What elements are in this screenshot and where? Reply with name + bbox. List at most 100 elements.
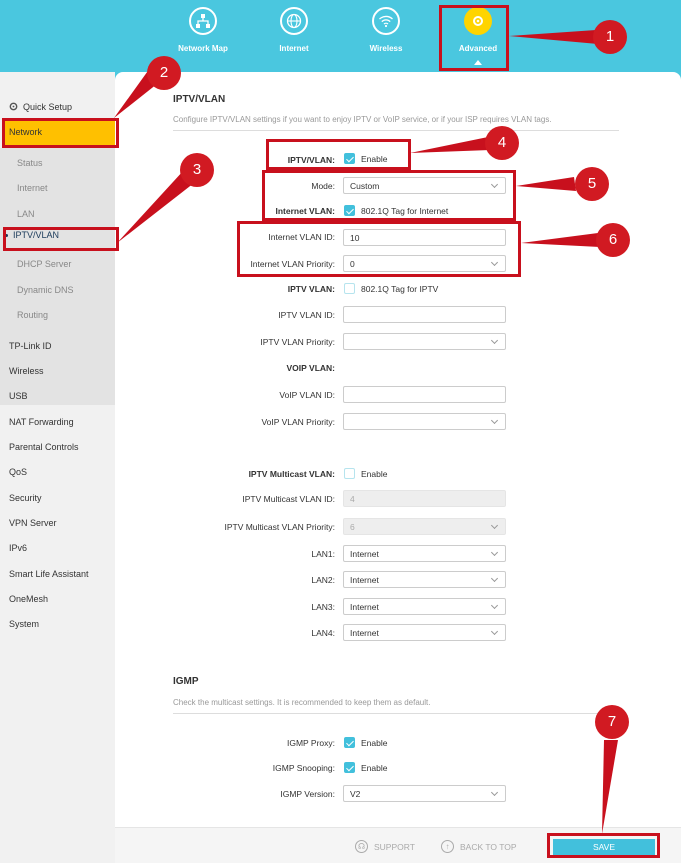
back-to-top-label: BACK TO TOP [460, 841, 517, 852]
sidebar-sub-routing[interactable]: Routing [17, 310, 48, 320]
support-label: SUPPORT [374, 841, 415, 852]
internet-vlan-label: Internet VLAN: [275, 206, 336, 216]
top-nav-bar: Network Map Internet Wireless Advanced [0, 0, 681, 72]
multicast-vlan-priority-select[interactable]: 6 [343, 518, 506, 535]
callout-1: 1 [593, 20, 627, 54]
iptv-vlan-id-input[interactable] [343, 306, 506, 323]
voip-vlan-priority-select[interactable] [343, 413, 506, 430]
mode-value: Custom [350, 181, 380, 191]
iptv-vlan-priority-select[interactable] [343, 333, 506, 350]
multicast-vlan-id-value: 4 [350, 494, 355, 504]
internet-vlan-priority-label: Internet VLAN Priority: [250, 259, 335, 269]
callout-6: 6 [596, 223, 630, 257]
lan3-select[interactable]: Internet [343, 598, 506, 615]
sidebar-item-qos[interactable]: QoS [9, 467, 27, 477]
multicast-vlan-enable-checkbox[interactable]: Enable [344, 468, 387, 479]
chevron-down-icon [490, 416, 499, 425]
mode-select[interactable]: Custom [343, 177, 506, 194]
support-link[interactable]: ☊ SUPPORT [355, 840, 415, 853]
sidebar-item-network[interactable]: Network [4, 119, 115, 145]
sidebar-item-nat-forwarding[interactable]: NAT Forwarding [9, 417, 74, 427]
nav-internet[interactable]: Internet [260, 0, 328, 72]
sidebar-item-system[interactable]: System [9, 619, 39, 629]
lan4-value: Internet [350, 628, 379, 638]
lan2-select[interactable]: Internet [343, 571, 506, 588]
checkbox-label: 802.1Q Tag for Internet [361, 205, 449, 216]
checkbox-checked-icon [344, 205, 355, 216]
checkbox-label: Enable [361, 468, 388, 479]
nav-advanced[interactable]: Advanced [444, 0, 512, 72]
sidebar-item-vpn-server[interactable]: VPN Server [9, 518, 57, 528]
back-to-top-link[interactable]: ↑ BACK TO TOP [441, 840, 517, 853]
multicast-vlan-label: IPTV Multicast VLAN: [248, 469, 335, 479]
chevron-down-icon [490, 548, 499, 557]
chevron-down-icon [490, 258, 499, 267]
lan3-value: Internet [350, 602, 379, 612]
gear-icon [9, 102, 18, 111]
sidebar-item-wireless[interactable]: Wireless [9, 366, 44, 376]
iptv-section-description: Configure IPTV/VLAN settings if you want… [173, 115, 619, 131]
checkbox-checked-icon [344, 762, 355, 773]
chevron-down-icon [490, 574, 499, 583]
sidebar-item-usb[interactable]: USB [9, 391, 28, 401]
iptv-vlan-priority-label: IPTV VLAN Priority: [260, 337, 335, 347]
sidebar-item-ipv6[interactable]: IPv6 [9, 543, 27, 553]
lan4-select[interactable]: Internet [343, 624, 506, 641]
multicast-vlan-id-input[interactable]: 4 [343, 490, 506, 507]
sidebar-item-smart-life-assistant[interactable]: Smart Life Assistant [9, 569, 89, 579]
iptv-vlan-id-label: IPTV VLAN ID: [278, 310, 335, 320]
iptv-vlan-tag-checkbox[interactable]: 802.1Q Tag for IPTV [344, 283, 438, 294]
sidebar-item-tp-link-id[interactable]: TP-Link ID [9, 341, 52, 351]
lan2-value: Internet [350, 575, 379, 585]
igmp-version-value: V2 [350, 789, 361, 799]
sidebar-sub-dhcp-server[interactable]: DHCP Server [17, 259, 71, 269]
internet-vlan-id-label: Internet VLAN ID: [268, 232, 335, 242]
sidebar-item-parental-controls[interactable]: Parental Controls [9, 442, 79, 452]
chevron-down-icon [490, 336, 499, 345]
callout-4: 4 [485, 126, 519, 160]
checkbox-checked-icon [344, 737, 355, 748]
igmp-version-select[interactable]: V2 [343, 785, 506, 802]
sidebar-item-onemesh[interactable]: OneMesh [9, 594, 48, 604]
sidebar-sub-dynamic-dns[interactable]: Dynamic DNS [17, 285, 74, 295]
globe-icon [280, 7, 308, 35]
sidebar-sub-internet[interactable]: Internet [17, 183, 48, 193]
checkbox-label: 802.1Q Tag for IPTV [361, 283, 439, 294]
nav-label: Network Map [178, 44, 228, 53]
checkbox-unchecked-icon [344, 468, 355, 479]
igmp-snooping-checkbox[interactable]: Enable [344, 762, 387, 773]
voip-vlan-id-label: VoIP VLAN ID: [279, 390, 335, 400]
lan4-label: LAN4: [311, 628, 335, 638]
igmp-version-label: IGMP Version: [280, 789, 335, 799]
callout-7: 7 [595, 705, 629, 739]
sidebar-item-quick-setup[interactable]: Quick Setup [8, 101, 72, 112]
network-map-icon [189, 7, 217, 35]
sidebar-sub-status[interactable]: Status [17, 158, 43, 168]
voip-vlan-id-input[interactable] [343, 386, 506, 403]
igmp-proxy-checkbox[interactable]: Enable [344, 737, 387, 748]
lan3-label: LAN3: [311, 602, 335, 612]
nav-wireless[interactable]: Wireless [352, 0, 420, 72]
lan1-value: Internet [350, 549, 379, 559]
sidebar-item-security[interactable]: Security [9, 493, 42, 503]
arrow-up-icon: ↑ [441, 840, 454, 853]
iptv-vlan-enable-checkbox[interactable]: Enable [344, 153, 387, 164]
internet-vlan-id-input[interactable]: 10 [343, 229, 506, 246]
active-caret-icon [474, 60, 482, 65]
sidebar-item-label: Quick Setup [23, 101, 73, 112]
igmp-proxy-label: IGMP Proxy: [286, 738, 335, 748]
voip-vlan-label: VOIP VLAN: [286, 363, 336, 373]
footer-bar: ☊ SUPPORT ↑ BACK TO TOP SAVE [115, 827, 681, 863]
checkbox-unchecked-icon [344, 283, 355, 294]
chevron-down-icon [490, 601, 499, 610]
chevron-down-icon [490, 627, 499, 636]
nav-network-map[interactable]: Network Map [169, 0, 237, 72]
internet-vlan-tag-checkbox[interactable]: 802.1Q Tag for Internet [344, 205, 448, 216]
internet-vlan-priority-select[interactable]: 0 [343, 255, 506, 272]
sidebar-sub-lan[interactable]: LAN [17, 209, 35, 219]
save-button[interactable]: SAVE [553, 839, 655, 855]
lan1-label: LAN1: [311, 549, 335, 559]
lan1-select[interactable]: Internet [343, 545, 506, 562]
nav-label: Internet [279, 44, 309, 53]
sidebar-sub-iptv-vlan[interactable]: IPTV/VLAN [5, 230, 59, 240]
